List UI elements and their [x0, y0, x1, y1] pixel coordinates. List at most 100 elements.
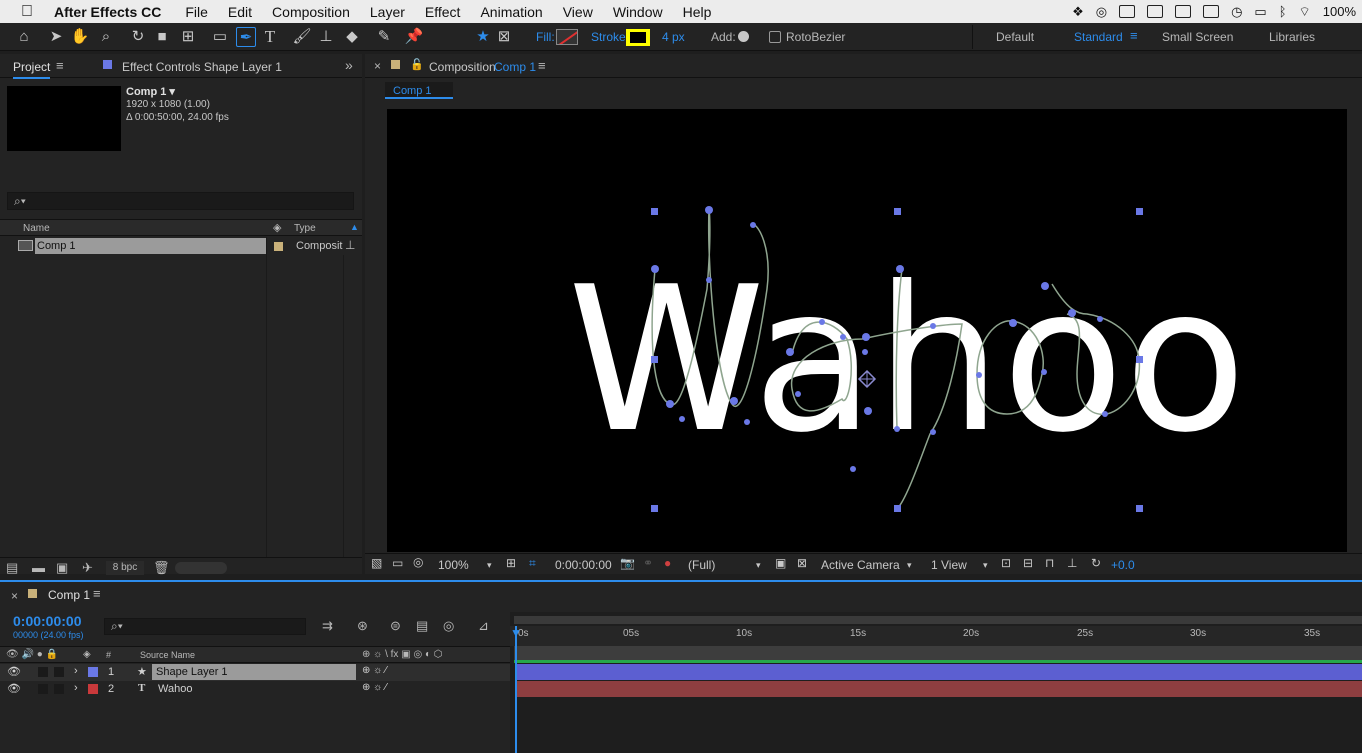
roto-brush-tool-icon[interactable]: ✎ — [374, 27, 394, 47]
pan-behind-tool-icon[interactable]: ⊞ — [178, 27, 198, 47]
new-composition-icon[interactable]: ▣ — [56, 560, 68, 576]
app-status-icon[interactable] — [1119, 5, 1136, 18]
new-folder-icon[interactable]: ▬ — [32, 560, 45, 575]
time-machine-icon[interactable]: ◷ — [1231, 4, 1242, 20]
view-layout-chevron-icon[interactable]: ▾ — [983, 560, 988, 571]
comp-panel-menu-icon[interactable]: ≡ — [538, 58, 546, 73]
timeline-tab-name[interactable]: Comp 1 — [48, 588, 90, 602]
playhead-handle-icon[interactable]: ▼ — [510, 626, 522, 640]
graph-editor-icon[interactable]: ⊿ — [478, 618, 489, 634]
type-tool-icon[interactable]: T — [260, 27, 280, 47]
col-source-name[interactable]: Source Name — [140, 650, 195, 660]
layer-label-color-2[interactable] — [88, 684, 98, 694]
timeline-menu-icon[interactable]: ≡ — [93, 586, 101, 601]
add-dropdown-icon[interactable] — [738, 31, 749, 42]
frame-blending-icon[interactable]: ▤ — [416, 618, 428, 634]
transform-handle-tm[interactable] — [894, 208, 901, 215]
shape-layer-duration-bar[interactable] — [516, 664, 1362, 680]
tab-composition-name[interactable]: Comp 1 — [494, 60, 536, 74]
visibility-eye-icon[interactable]: 👁 — [7, 665, 21, 678]
zoom-tool-icon[interactable]: ⌕ — [96, 27, 116, 47]
dropbox-icon[interactable]: ❖ — [1072, 4, 1084, 20]
current-time-display[interactable]: 0:00:00:00 — [555, 558, 612, 572]
resolution-dropdown[interactable]: (Full) — [688, 558, 715, 572]
selection-tool-icon[interactable]: ➤ — [46, 27, 66, 47]
col-layer-number[interactable]: # — [106, 650, 111, 660]
motion-blur-icon[interactable]: ◎ — [443, 618, 454, 634]
menu-animation[interactable]: Animation — [470, 4, 552, 20]
project-item-name[interactable]: Comp 1 — [35, 238, 267, 254]
flowchart-view-icon[interactable]: ⊥ — [1067, 556, 1077, 570]
workspace-menu-icon[interactable]: ≡ — [1130, 28, 1138, 43]
render-queue-icon[interactable]: ✈ — [82, 560, 93, 576]
magnification-chevron-icon[interactable]: ▾ — [487, 560, 492, 571]
transform-handle-br[interactable] — [1136, 505, 1143, 512]
flowchart-icon[interactable]: ⊥ — [345, 238, 355, 252]
airplay-icon[interactable]: ▭ — [1254, 4, 1266, 20]
bit-depth-button[interactable]: 8 bpc — [106, 561, 144, 575]
thumbnail-slider[interactable] — [175, 562, 227, 574]
transform-handle-ml[interactable] — [651, 356, 658, 363]
layer-switches-icons[interactable]: ⊕ ☼ \ fx ▣ ◎ ◐ ⬡ — [362, 649, 443, 660]
wahoo-layer-duration-bar[interactable] — [516, 681, 1362, 697]
label-color-swatch[interactable] — [274, 242, 283, 251]
av-features-icons[interactable]: 👁 🔊 ● 🔒 — [6, 649, 58, 660]
toggle-pixel-aspect-icon[interactable]: ⊡ — [1001, 556, 1011, 570]
solo-toggle-2[interactable] — [38, 684, 48, 694]
comp-breadcrumb[interactable]: Comp 1 — [385, 82, 453, 99]
sort-arrow-icon[interactable]: ▲ — [350, 222, 359, 232]
home-icon[interactable]: ⌂ — [14, 27, 34, 47]
camera-dropdown[interactable]: Active Camera — [821, 558, 900, 572]
pen-tool-icon[interactable]: ✒ — [236, 27, 256, 47]
brush-tool-icon[interactable]: 🖌 — [292, 27, 312, 47]
label-column-icon[interactable]: ◈ — [83, 649, 91, 660]
timeline-icon[interactable]: ⊓ — [1045, 556, 1054, 570]
clone-stamp-tool-icon[interactable]: ⊥ — [316, 27, 336, 47]
show-snapshot-icon[interactable]: ⚭ — [643, 556, 653, 570]
cast-icon[interactable] — [1147, 5, 1164, 18]
hand-tool-icon[interactable]: ✋ — [70, 27, 90, 47]
lock-toggle-2[interactable] — [54, 684, 64, 694]
exposure-value[interactable]: +0.0 — [1111, 558, 1135, 572]
fast-previews-icon[interactable]: ⊟ — [1023, 556, 1033, 570]
mask-toggle-icon[interactable]: ⊠ — [494, 27, 514, 47]
timeline-search-input[interactable]: ⌕▾ — [104, 618, 306, 635]
layer-name[interactable]: Shape Layer 1 — [152, 664, 356, 680]
tab-composition-prefix[interactable]: Composition — [429, 60, 496, 74]
eraser-tool-icon[interactable]: ◆ — [342, 27, 362, 47]
time-navigator[interactable] — [514, 616, 1362, 624]
lock-icon[interactable]: 🔓 — [410, 58, 424, 71]
workspace-small-screen[interactable]: Small Screen — [1162, 30, 1233, 44]
monitor-icon[interactable]: ▭ — [392, 556, 403, 570]
tab-effect-controls[interactable]: Effect Controls Shape Layer 1 — [122, 60, 282, 74]
interpret-footage-icon[interactable]: ▤ — [6, 560, 18, 576]
tab-project[interactable]: Project — [13, 60, 51, 79]
menu-file[interactable]: File — [175, 4, 218, 20]
always-preview-icon[interactable]: ▧ — [371, 556, 382, 570]
layer-name-2[interactable]: Wahoo — [158, 683, 192, 695]
transparency-grid-icon[interactable]: ⌗ — [529, 556, 536, 571]
fill-swatch[interactable] — [556, 29, 578, 45]
timeline-current-time[interactable]: 0:00:00:00 — [13, 613, 82, 629]
toggle-transparency-icon[interactable]: ⊠ — [797, 556, 807, 570]
layer-row-shape[interactable]: 👁 › 1 ★ Shape Layer 1 ⊕ ☼ ⁄ — [0, 664, 510, 681]
work-area-bar[interactable] — [514, 646, 1362, 660]
camera-chevron-icon[interactable]: ▾ — [907, 560, 912, 571]
panel-menu-icon[interactable]: ≡ — [56, 58, 64, 73]
layer-switches[interactable]: ⊕ ☼ ⁄ — [362, 665, 387, 676]
mask-visibility-icon[interactable]: ◎ — [413, 555, 423, 569]
lock-toggle[interactable] — [54, 667, 64, 677]
view-layout-dropdown[interactable]: 1 View — [931, 558, 967, 572]
stroke-width[interactable]: 4 px — [662, 30, 685, 44]
col-type[interactable]: Type — [294, 223, 316, 234]
resolution-chevron-icon[interactable]: ▾ — [756, 560, 761, 571]
trash-icon[interactable]: 🗑 — [153, 560, 170, 576]
expand-chevron-icon-2[interactable]: › — [74, 682, 78, 694]
composition-viewer[interactable]: Wahoo — [387, 109, 1347, 552]
label-tag-icon[interactable]: ◈ — [273, 221, 281, 234]
menu-view[interactable]: View — [553, 4, 603, 20]
app-name-menu[interactable]: After Effects CC — [54, 4, 175, 20]
layer-switches-2[interactable]: ⊕ ☼ ⁄ — [362, 682, 387, 693]
expand-chevron-icon[interactable]: › — [74, 665, 78, 677]
visibility-eye-icon-2[interactable]: 👁 — [7, 682, 21, 695]
